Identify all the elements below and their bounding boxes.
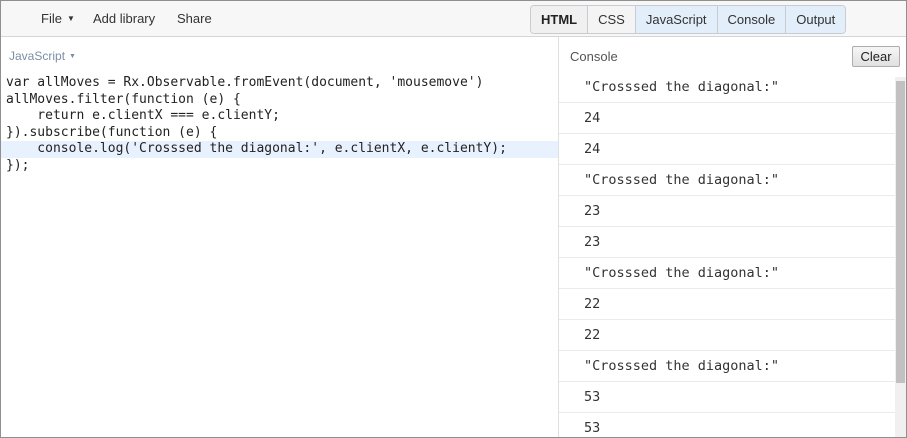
console-entry: 24 bbox=[559, 103, 895, 134]
console-entry: "Crosssed the diagonal:" bbox=[559, 351, 895, 382]
clear-button[interactable]: Clear bbox=[852, 46, 900, 67]
console-entry: 24 bbox=[559, 134, 895, 165]
console-entry: 23 bbox=[559, 196, 895, 227]
javascript-editor-panel[interactable]: JavaScript ▼ var allMoves = Rx.Observable… bbox=[1, 37, 559, 437]
console-entry: 23 bbox=[559, 227, 895, 258]
code-line: allMoves.filter(function (e) { bbox=[6, 91, 241, 107]
caret-down-icon: ▼ bbox=[66, 14, 75, 23]
scrollbar-thumb[interactable] bbox=[896, 81, 905, 383]
language-selector[interactable]: JavaScript ▼ bbox=[9, 49, 76, 63]
jsbin-window: File ▼ Add library Share HTML CSS JavaScr… bbox=[0, 0, 907, 438]
top-toolbar: File ▼ Add library Share HTML CSS JavaScr… bbox=[1, 1, 906, 37]
console-entry: "Crosssed the diagonal:" bbox=[559, 165, 895, 196]
console-entry: "Crosssed the diagonal:" bbox=[559, 258, 895, 289]
file-menu[interactable]: File ▼ bbox=[41, 1, 75, 37]
caret-down-icon: ▼ bbox=[69, 53, 76, 60]
tab-console[interactable]: Console bbox=[716, 6, 786, 33]
console-entry: "Crosssed the diagonal:" bbox=[559, 72, 895, 103]
file-menu-label: File bbox=[41, 11, 62, 26]
console-entry: 22 bbox=[559, 320, 895, 351]
language-label: JavaScript bbox=[9, 49, 66, 63]
code-area[interactable]: var allMoves = Rx.Observable.fromEvent(d… bbox=[1, 75, 558, 174]
code-line: return e.clientX === e.clientY; bbox=[6, 108, 280, 123]
console-entry: 22 bbox=[559, 289, 895, 320]
code-line: }).subscribe(function (e) { bbox=[6, 124, 218, 140]
console-panel: Console Clear "Crosssed the diagonal:" 2… bbox=[559, 37, 906, 437]
console-output: "Crosssed the diagonal:" 24 24 "Crosssed… bbox=[559, 72, 895, 437]
panel-tabs: HTML CSS JavaScript Console Output bbox=[530, 5, 847, 34]
code-line-active: console.log('Crosssed the diagonal:', e.… bbox=[1, 141, 558, 158]
tab-css[interactable]: CSS bbox=[587, 6, 635, 33]
tab-output[interactable]: Output bbox=[785, 6, 846, 33]
console-entry: 53 bbox=[559, 382, 895, 413]
code-line: }); bbox=[6, 157, 30, 173]
console-entry: 53 bbox=[559, 413, 895, 437]
share-button[interactable]: Share bbox=[177, 1, 212, 37]
tab-javascript[interactable]: JavaScript bbox=[634, 6, 717, 33]
add-library-button[interactable]: Add library bbox=[93, 1, 155, 37]
console-title: Console bbox=[570, 49, 618, 64]
console-scrollbar[interactable] bbox=[895, 81, 906, 437]
code-line: var allMoves = Rx.Observable.fromEvent(d… bbox=[6, 75, 484, 90]
tab-html[interactable]: HTML bbox=[531, 6, 588, 33]
